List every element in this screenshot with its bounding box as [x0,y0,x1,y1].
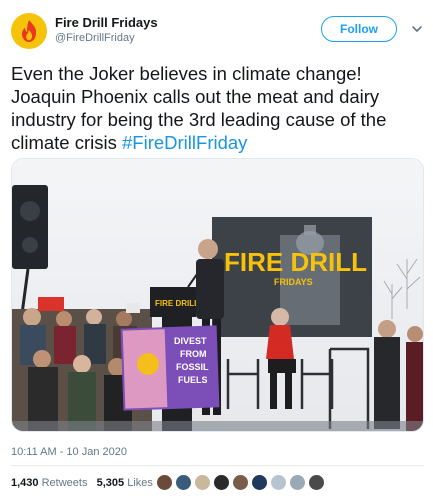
divider [11,465,424,466]
tweet-header: Fire Drill Fridays @FireDrillFriday Foll… [0,0,433,56]
tweet-stats: 1,430 Retweets 5,305 Likes [11,477,153,489]
chevron-down-icon[interactable] [410,22,424,36]
rally-photo: FIRE DRILL FRIDAYS FIRE DRILL DIVEST FRO… [12,159,423,431]
user-avatar-icon[interactable] [270,474,287,491]
poster-line-3: FOSSIL [176,362,209,372]
user-avatar-icon[interactable] [308,474,325,491]
tweet-photo[interactable]: FIRE DRILL FRIDAYS FIRE DRILL DIVEST FRO… [11,158,424,432]
flame-logo-icon [21,20,37,42]
tweet-text: Even the Joker believes in climate chang… [11,62,423,154]
likes-count[interactable]: 5,305 [97,477,125,489]
user-avatar-icon[interactable] [251,474,268,491]
display-name[interactable]: Fire Drill Fridays [55,15,158,30]
user-avatar-icon[interactable] [156,474,173,491]
hashtag-link[interactable]: #FireDrillFriday [122,132,247,153]
tweet-timestamp[interactable]: 10:11 AM - 10 Jan 2020 [11,446,127,458]
user-avatar-icon[interactable] [194,474,211,491]
podium-sign-text: FIRE DRILL [155,299,199,308]
user-avatar-icon[interactable] [213,474,230,491]
user-avatar-icon[interactable] [232,474,249,491]
divest-poster: DIVEST FROM FOSSIL FUELS [120,325,220,411]
poster-line-2: FROM [180,349,207,359]
banner-subtext: FRIDAYS [274,277,313,287]
poster-line-1: DIVEST [174,336,207,346]
retweets-label[interactable]: Retweets [42,477,88,489]
account-handle[interactable]: @FireDrillFriday [55,32,135,44]
user-avatar-icon[interactable] [289,474,306,491]
retweets-count[interactable]: 1,430 [11,477,39,489]
poster-line-4: FUELS [178,375,208,385]
likes-label[interactable]: Likes [127,477,153,489]
banner-text: FIRE DRILL [224,247,367,277]
user-avatar-icon[interactable] [175,474,192,491]
banner: FIRE DRILL FRIDAYS [212,217,372,337]
account-avatar[interactable] [11,13,47,49]
follow-button[interactable]: Follow [321,16,397,42]
